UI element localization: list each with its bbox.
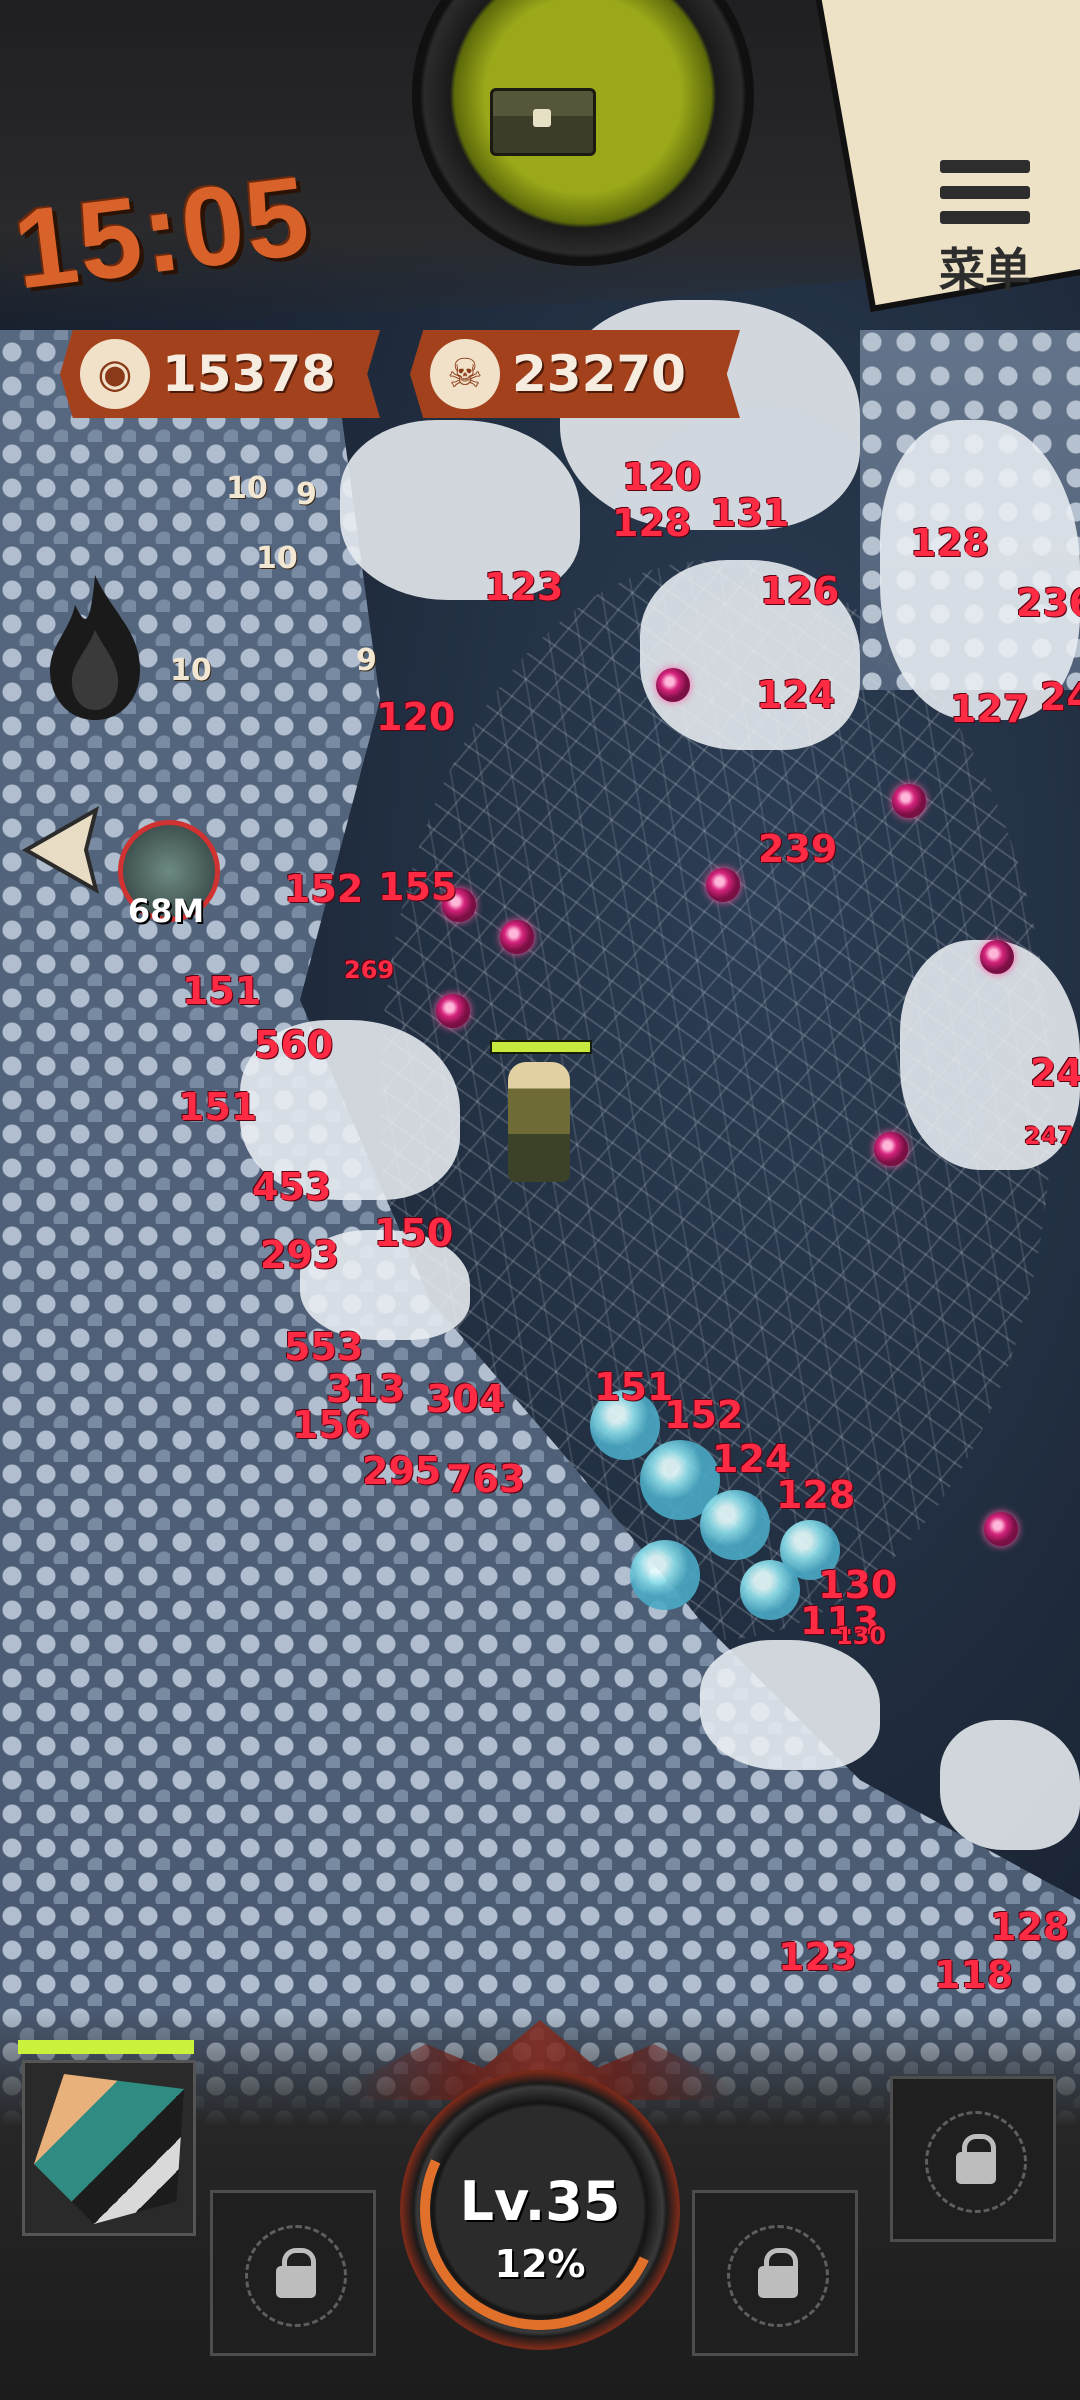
damage-number: 126 xyxy=(760,569,840,613)
player-sprite xyxy=(508,1062,570,1182)
player-character xyxy=(490,1040,592,1190)
damage-number: 236 xyxy=(1016,581,1080,625)
enemy-projectile xyxy=(984,1512,1018,1546)
damage-number-minor: 10 xyxy=(170,653,212,688)
enemy-projectile xyxy=(436,994,470,1028)
damage-number: 560 xyxy=(254,1023,334,1067)
lock-icon xyxy=(925,2111,1027,2213)
skill-slot-locked[interactable] xyxy=(890,2076,1056,2242)
damage-number: 247 xyxy=(1024,1122,1075,1150)
damage-number: 120 xyxy=(622,455,702,499)
enemy-projectile xyxy=(892,784,926,818)
damage-number: 128 xyxy=(612,501,692,545)
flame-icon[interactable] xyxy=(30,570,160,730)
damage-number: 128 xyxy=(776,1473,856,1517)
damage-number: 151 xyxy=(182,969,262,1013)
hit-enemy xyxy=(940,1720,1080,1850)
xp-percent: 12% xyxy=(494,2242,586,2286)
player-health-fill xyxy=(492,1042,590,1052)
damage-number-minor: 9 xyxy=(296,477,317,512)
damage-number: 151 xyxy=(594,1365,674,1409)
game-screen[interactable]: 120 128 131 128 123 126 236 124 127 239 … xyxy=(0,0,1080,2400)
damage-number: 453 xyxy=(252,1165,332,1209)
coin-counter: ◉ 15378 xyxy=(60,330,380,418)
damage-number: 239 xyxy=(758,827,838,871)
supply-crate-icon[interactable] xyxy=(490,88,596,156)
kill-counter: ☠ 23270 xyxy=(410,330,740,418)
ice-bubble xyxy=(630,1540,700,1610)
damage-number: 152 xyxy=(284,867,364,911)
damage-number-minor: 10 xyxy=(226,471,268,506)
damage-number: 123 xyxy=(484,565,564,609)
damage-number: 150 xyxy=(374,1211,454,1255)
hamburger-icon xyxy=(940,160,1030,224)
enemy-projectile xyxy=(706,868,740,902)
damage-number: 118 xyxy=(934,1953,1014,1997)
damage-number-minor: 9 xyxy=(356,643,377,678)
damage-number: 155 xyxy=(378,865,458,909)
damage-number: 156 xyxy=(292,1403,372,1447)
damage-number: 763 xyxy=(446,1457,526,1501)
damage-number-minor: 10 xyxy=(256,541,298,576)
enemy-projectile xyxy=(980,940,1014,974)
kill-value: 23270 xyxy=(512,345,686,403)
damage-number: 24 xyxy=(1030,1051,1080,1095)
damage-number: 127 xyxy=(950,687,1030,731)
enemy-projectile xyxy=(874,1132,908,1166)
hero-health-fill xyxy=(18,2040,194,2054)
damage-number: 304 xyxy=(426,1377,506,1421)
skull-icon: ☠ xyxy=(430,339,500,409)
menu-label: 菜单 xyxy=(939,243,1031,297)
damage-number: 553 xyxy=(284,1325,364,1369)
damage-number: 124 xyxy=(756,673,836,717)
skill-slot-locked[interactable] xyxy=(210,2190,376,2356)
damage-number: 269 xyxy=(344,956,395,984)
damage-number: 128 xyxy=(990,1905,1070,1949)
damage-number: 24 xyxy=(1040,675,1080,719)
hit-enemy xyxy=(700,1640,880,1770)
damage-number: 123 xyxy=(778,1935,858,1979)
chevron-left-icon[interactable] xyxy=(6,800,106,900)
coin-value: 15378 xyxy=(162,345,336,403)
damage-number: 293 xyxy=(260,1233,340,1277)
damage-number: 130 xyxy=(836,1622,887,1650)
enemy-projectile xyxy=(500,920,534,954)
coin-icon: ◉ xyxy=(80,339,150,409)
menu-button[interactable]: 菜单 xyxy=(930,160,1040,300)
damage-number: 295 xyxy=(362,1449,442,1493)
lock-icon xyxy=(727,2225,829,2327)
damage-number: 120 xyxy=(376,695,456,739)
skill-slot-locked[interactable] xyxy=(692,2190,858,2356)
lock-icon xyxy=(245,2225,347,2327)
player-level: Lv.35 xyxy=(459,2170,621,2233)
enemy-projectile xyxy=(656,668,690,702)
ice-bubble xyxy=(700,1490,770,1560)
player-health-bar xyxy=(490,1040,592,1054)
boss-distance: 68M xyxy=(127,892,205,930)
hero-health-bar xyxy=(18,2040,194,2054)
damage-number: 128 xyxy=(910,521,990,565)
damage-number: 151 xyxy=(178,1085,258,1129)
damage-number: 152 xyxy=(664,1393,744,1437)
damage-number: 131 xyxy=(710,491,790,535)
